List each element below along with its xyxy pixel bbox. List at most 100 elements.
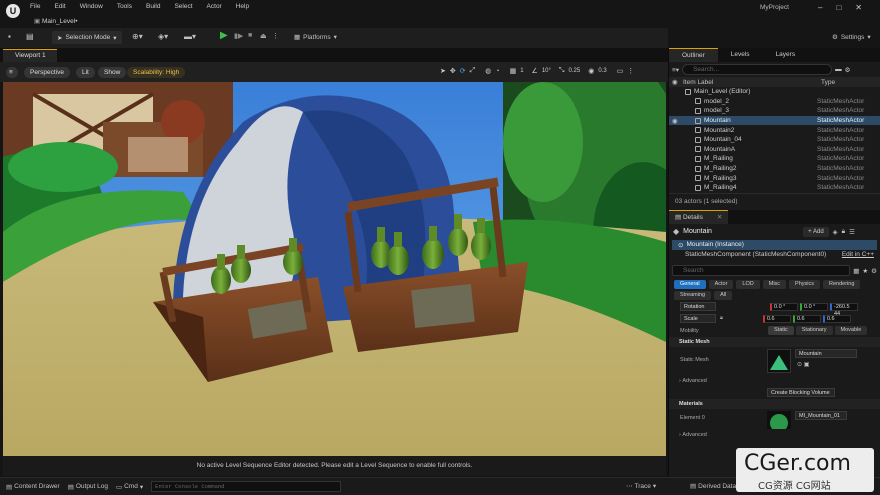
rotation-x[interactable]: 0.0 ° (770, 302, 798, 311)
tab-levels[interactable]: Levels (718, 48, 763, 62)
star-icon[interactable]: ★ (862, 267, 868, 275)
section-materials[interactable]: Materials (669, 398, 880, 409)
list-item-selected[interactable]: ◉ Mountain StaticMeshActor (669, 115, 880, 126)
output-log-button[interactable]: ▤ Output Log (68, 483, 108, 491)
category-actor[interactable]: Actor (708, 279, 734, 289)
list-item[interactable]: MountainA StaticMeshActor (669, 145, 880, 155)
angle-snap-icon[interactable]: ∠ (532, 67, 538, 75)
layout-icon[interactable]: ▭ (617, 67, 624, 75)
surface-snap-icon[interactable]: ◔ (495, 68, 499, 75)
camera-speed-icon[interactable]: ◉ (588, 67, 594, 75)
menu-icon[interactable]: ☰ (849, 228, 855, 236)
section-static-mesh[interactable]: Static Mesh (669, 336, 880, 347)
mobility-stationary[interactable]: Stationary (795, 326, 833, 336)
menu-tools[interactable]: Tools (117, 3, 132, 10)
details-search-input[interactable]: Search (672, 265, 851, 277)
list-item[interactable]: Mountain2 StaticMeshActor (669, 125, 880, 135)
play-icon[interactable]: ▶ (220, 30, 228, 41)
scalability-button[interactable]: Scalability: High (127, 67, 186, 78)
save-icon[interactable]: ▪ (8, 32, 11, 41)
visibility-eye-icon[interactable]: ◉ (672, 117, 678, 125)
console-input[interactable]: Enter Console Command (151, 481, 342, 492)
scale-y[interactable]: 0.6 (792, 314, 821, 323)
scale-icon[interactable]: ⤢ (470, 67, 476, 75)
minimize-icon[interactable]: – (818, 3, 822, 12)
tab-details[interactable]: ▤ Details ✕ (669, 209, 729, 224)
world-icon[interactable]: ◍ (485, 67, 491, 75)
advanced-row[interactable]: › Advanced (669, 375, 880, 387)
show-button[interactable]: Show (98, 67, 127, 78)
category-misc[interactable]: Misc (762, 279, 787, 289)
browse-icon[interactable]: ⊙ ▣ (797, 361, 809, 368)
scale-z[interactable]: 0.6 (822, 314, 851, 323)
translate-icon[interactable]: ✥ (450, 67, 456, 75)
category-rendering[interactable]: Rendering (823, 279, 861, 289)
maximize-icon[interactable]: □ (836, 3, 841, 12)
step-icon[interactable]: ▮▶ (234, 32, 243, 40)
list-item[interactable]: M_Railing3 StaticMeshActor (669, 173, 880, 183)
scale-snap-value[interactable]: 0.25 (569, 68, 581, 74)
rotation-label[interactable]: Rotation (680, 302, 716, 312)
visibility-header-icon[interactable]: ◉ (672, 78, 683, 86)
cmd-button[interactable]: ▭ Cmd ▾ (116, 483, 143, 491)
list-item[interactable]: M_Railing StaticMeshActor (669, 154, 880, 164)
menu-actor[interactable]: Actor (207, 3, 222, 10)
viewport-3d-scene[interactable] (3, 82, 666, 456)
category-lod[interactable]: LOD (736, 279, 760, 289)
content-icon[interactable]: ▤ (26, 32, 34, 41)
component-row[interactable]: StaticMeshComponent (StaticMeshComponent… (669, 250, 880, 260)
menu-build[interactable]: Build (146, 3, 160, 10)
filter-icon[interactable]: ≡▾ (672, 66, 679, 74)
perspective-button[interactable]: Perspective (24, 67, 70, 78)
viewport-options-icon[interactable]: ⋮ (627, 67, 634, 75)
outliner-root[interactable]: Main_Level (Editor) (669, 87, 880, 97)
camera-speed-value[interactable]: 0.3 (598, 68, 606, 74)
eject-icon[interactable]: ⏏ (260, 32, 267, 40)
menu-edit[interactable]: Edit (54, 3, 65, 10)
details-settings-icon[interactable]: ⚙ (871, 267, 877, 275)
close-icon[interactable]: ✕ (855, 3, 862, 12)
folder-add-icon[interactable]: ▬ (835, 66, 842, 73)
advanced-row-2[interactable]: › Advanced (669, 429, 880, 441)
blueprint-icon[interactable]: ◈▾ (158, 32, 168, 41)
viewport-menu-icon[interactable]: ≡ (6, 67, 18, 78)
grid-view-icon[interactable]: ▦ (853, 267, 859, 275)
selection-mode-button[interactable]: ➤ Selection Mode ▾ (52, 31, 122, 44)
lock-icon[interactable]: 🔒︎ (842, 228, 845, 236)
rotation-y[interactable]: 0.0 ° (800, 302, 828, 311)
material-thumbnail[interactable] (767, 410, 791, 432)
derived-data-button[interactable]: ▤ Derived Data (690, 482, 736, 491)
create-blocking-volume-dropdown[interactable]: Create Blocking Volume (767, 388, 835, 398)
angle-snap-value[interactable]: 10° (542, 68, 551, 74)
rotation-z[interactable]: -260.5 44 (830, 302, 858, 317)
category-streaming[interactable]: Streaming (674, 290, 712, 300)
outliner-settings-icon[interactable]: ⚙ (845, 66, 851, 74)
list-item[interactable]: model_2 StaticMeshActor (669, 97, 880, 107)
grid-snap-value[interactable]: 1 (520, 68, 523, 74)
play-options-icon[interactable]: ⋮ (272, 32, 279, 40)
scale-x[interactable]: 0.6 (762, 314, 791, 323)
list-item[interactable]: M_Railing2 StaticMeshActor (669, 164, 880, 174)
col-item-label[interactable]: Item Label (683, 79, 821, 86)
element0-dropdown[interactable]: MI_Mountain_01 (795, 410, 847, 420)
platforms-button[interactable]: ▦ Platforms ▾ (294, 33, 337, 42)
cinematics-icon[interactable]: ▬▾ (184, 32, 196, 41)
list-item[interactable]: model_3 StaticMeshActor (669, 106, 880, 116)
rotate-icon[interactable]: ⟳ (460, 67, 466, 75)
scale-label[interactable]: Scale (680, 314, 716, 324)
grid-snap-icon[interactable]: ▦ (510, 67, 517, 75)
menu-help[interactable]: Help (236, 3, 249, 10)
scale-lock-icon[interactable]: 🔒︎ (720, 315, 723, 322)
list-item[interactable]: Mountain_04 StaticMeshActor (669, 135, 880, 145)
trace-button[interactable]: ⋯ Trace ▾ (626, 482, 656, 491)
select-icon[interactable]: ➤ (440, 67, 446, 75)
col-type[interactable]: Type (821, 79, 835, 86)
static-mesh-dropdown[interactable]: Mountain (795, 348, 857, 358)
add-actor-icon[interactable]: ⊕▾ (132, 32, 143, 41)
tab-layers[interactable]: Layers (763, 48, 809, 62)
scale-snap-icon[interactable]: ⤡ (559, 67, 565, 75)
lit-button[interactable]: Lit (76, 67, 95, 78)
unreal-logo-icon[interactable]: U (6, 4, 20, 18)
mobility-movable[interactable]: Movable (834, 326, 868, 336)
edit-in-cpp-link[interactable]: Edit in C++ (842, 251, 874, 258)
